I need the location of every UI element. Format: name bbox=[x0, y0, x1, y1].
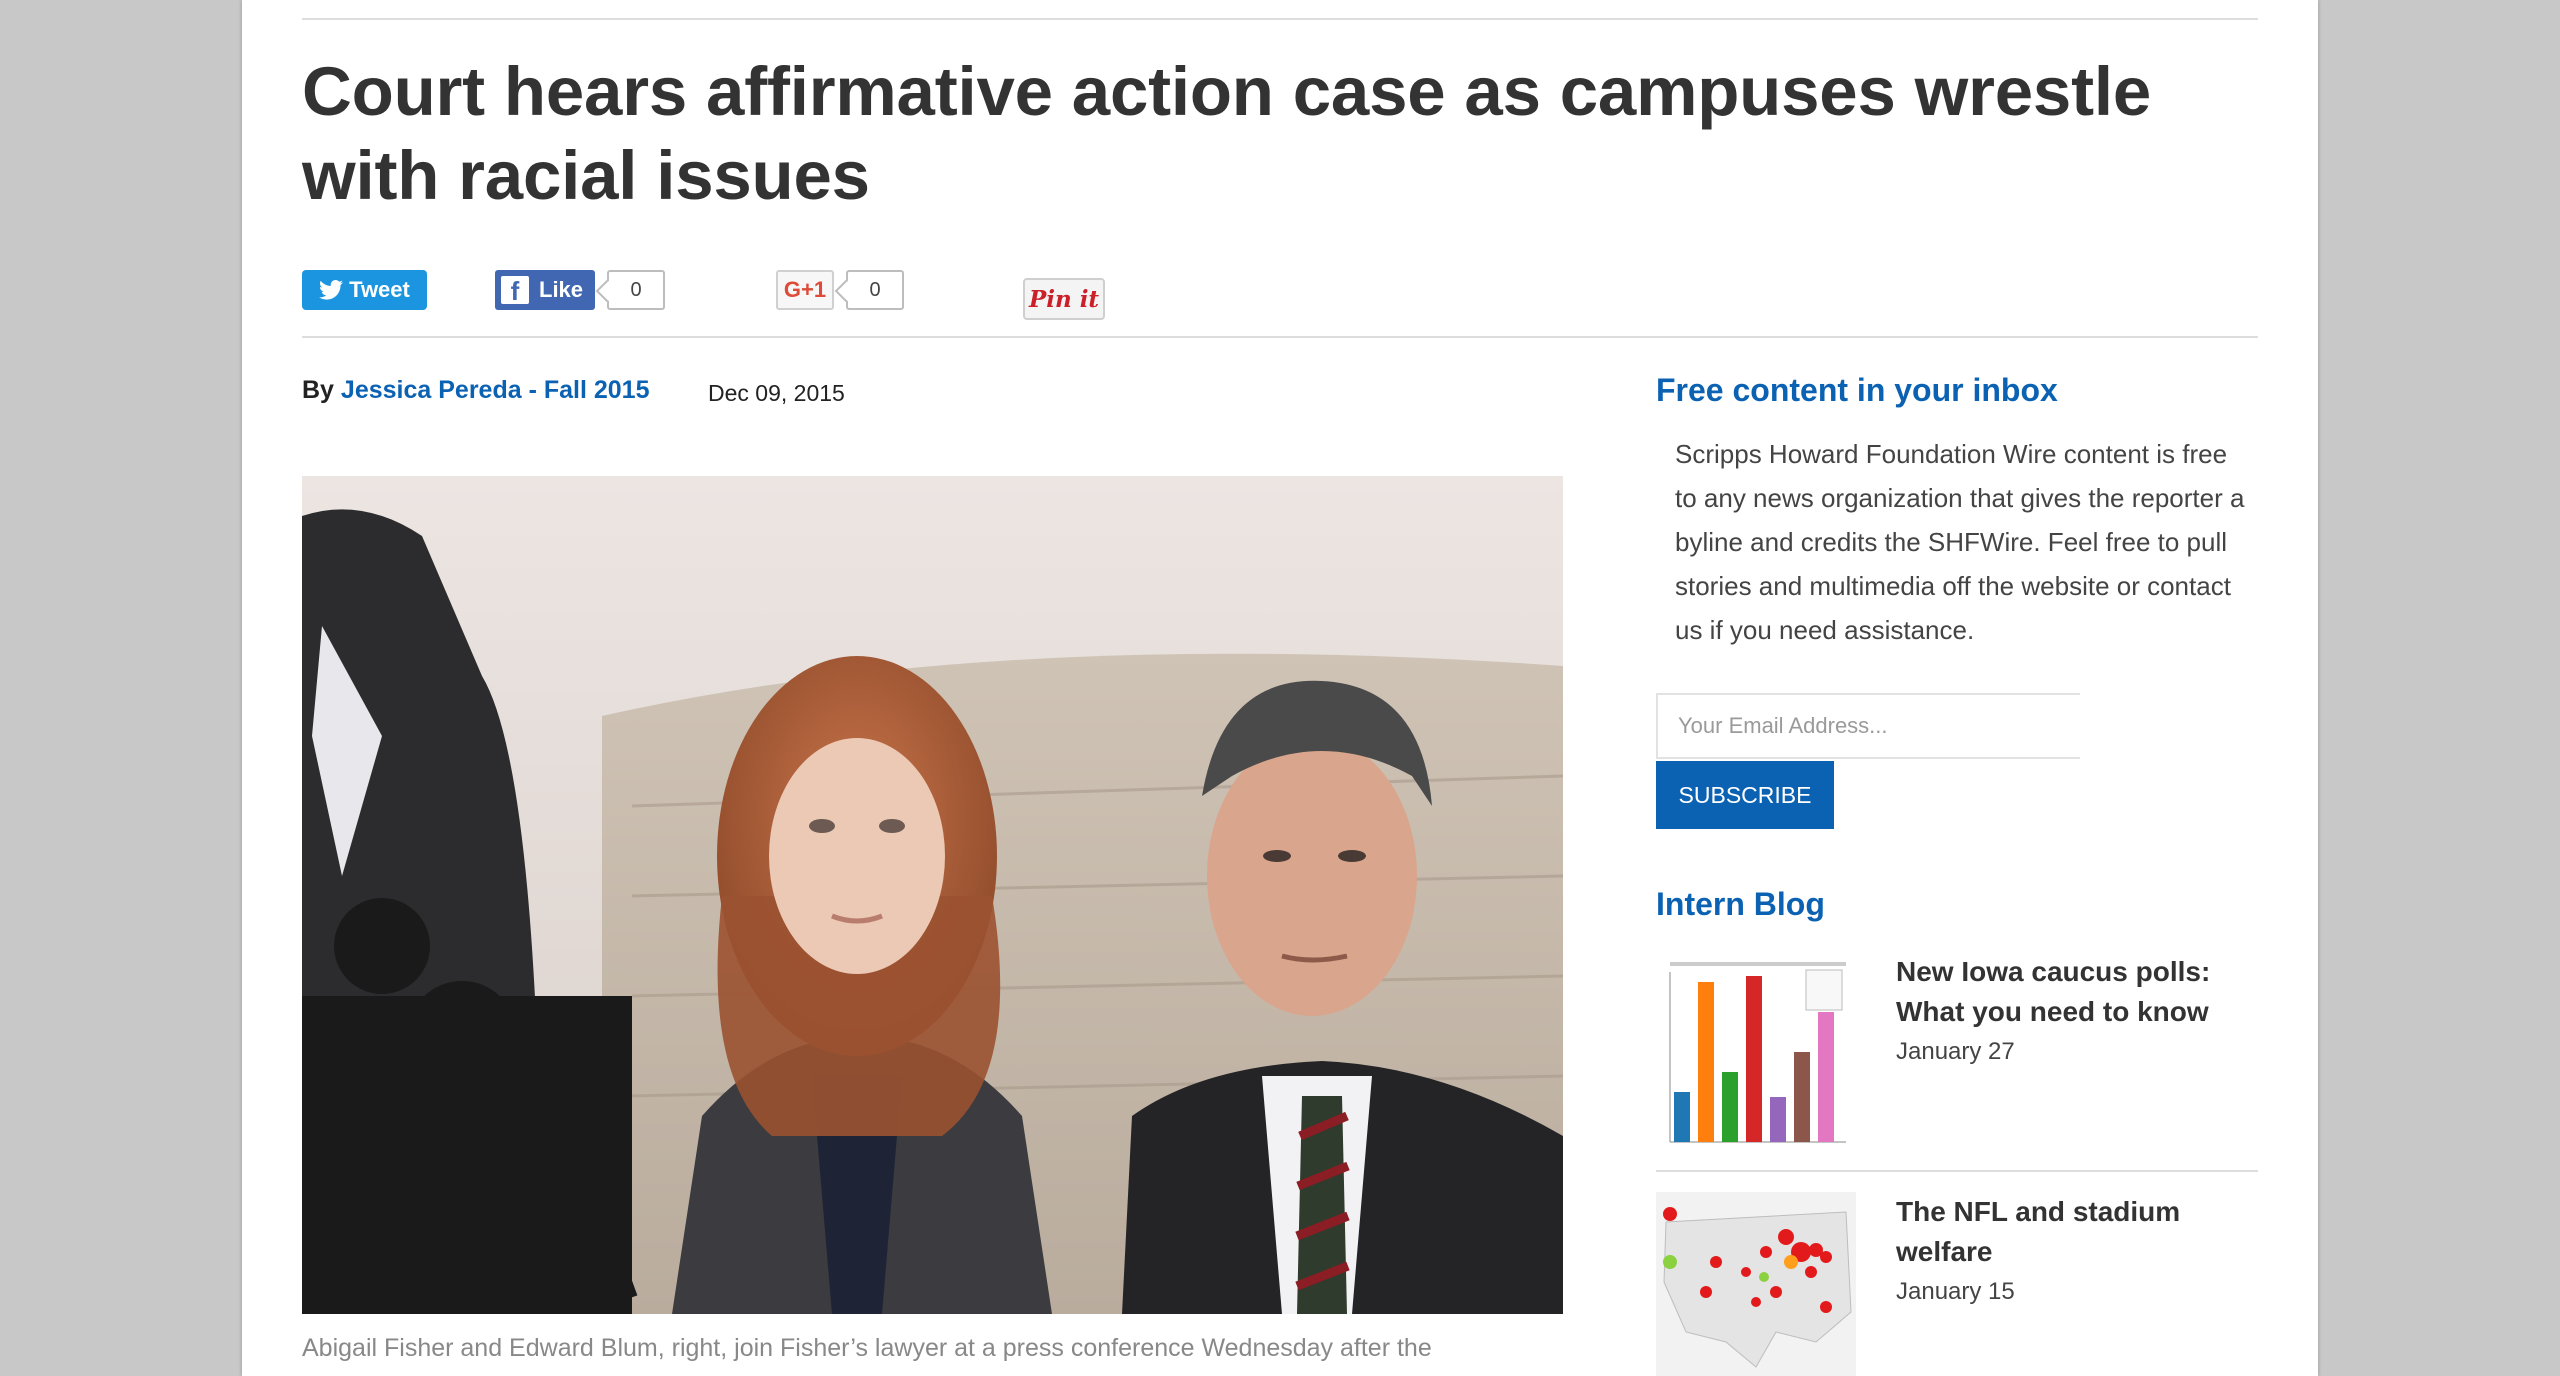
share-divider bbox=[302, 336, 2258, 338]
facebook-like-button[interactable]: f Like bbox=[495, 270, 596, 310]
like-label: Like bbox=[539, 277, 584, 302]
newsletter-title: Free content in your inbox bbox=[1656, 372, 2058, 408]
photo-caption: Abigail Fisher and Edward Blum, right, j… bbox=[302, 1334, 1432, 1362]
blog-item-date: January 27 bbox=[1896, 1038, 2015, 1065]
facebook-icon: f bbox=[501, 276, 529, 306]
tweet-button[interactable]: Tweet bbox=[302, 270, 427, 310]
blog-item-date: January 15 bbox=[1896, 1278, 2015, 1305]
byline-prefix: By bbox=[302, 376, 334, 404]
author-link[interactable]: Jessica Pereda - Fall 2015 bbox=[341, 376, 650, 404]
blog-item[interactable]: New Iowa caucus polls: What you need to … bbox=[1656, 952, 2258, 1162]
article-date: Dec 09, 2015 bbox=[708, 380, 845, 406]
email-input[interactable] bbox=[1656, 693, 2080, 759]
tweet-label: Tweet bbox=[349, 277, 410, 302]
facebook-like-widget: f Like 0 bbox=[495, 270, 666, 310]
blog-item[interactable]: The NFL and stadium welfare January 15 bbox=[1656, 1192, 2258, 1376]
blog-thumbnail-chart[interactable] bbox=[1656, 952, 1856, 1152]
byline: By Jessica Pereda - Fall 2015 bbox=[302, 376, 649, 405]
intern-blog-title: Intern Blog bbox=[1656, 886, 1825, 922]
blog-item-title[interactable]: The NFL and stadium welfare bbox=[1896, 1192, 2236, 1272]
article-photo bbox=[302, 476, 1563, 1314]
top-divider bbox=[302, 18, 2258, 20]
blog-thumbnail-map[interactable] bbox=[1656, 1192, 1856, 1376]
blog-divider bbox=[1656, 1170, 2258, 1172]
twitter-bird-icon bbox=[319, 280, 344, 300]
pin-it-button[interactable]: Pin it bbox=[1023, 278, 1105, 320]
subscribe-button[interactable]: SUBSCRIBE bbox=[1656, 761, 1834, 829]
google-plus-widget: G+1 0 bbox=[776, 270, 904, 310]
gplus-count: 0 bbox=[846, 270, 904, 310]
blog-item-title[interactable]: New Iowa caucus polls: What you need to … bbox=[1896, 952, 2236, 1032]
newsletter-text: Scripps Howard Foundation Wire content i… bbox=[1675, 439, 2245, 645]
like-count: 0 bbox=[607, 270, 666, 310]
article-headline: Court hears affirmative action case as c… bbox=[302, 53, 2152, 214]
google-plus-button[interactable]: G+1 bbox=[776, 270, 834, 310]
article-page: Court hears affirmative action case as c… bbox=[242, 0, 2318, 1376]
